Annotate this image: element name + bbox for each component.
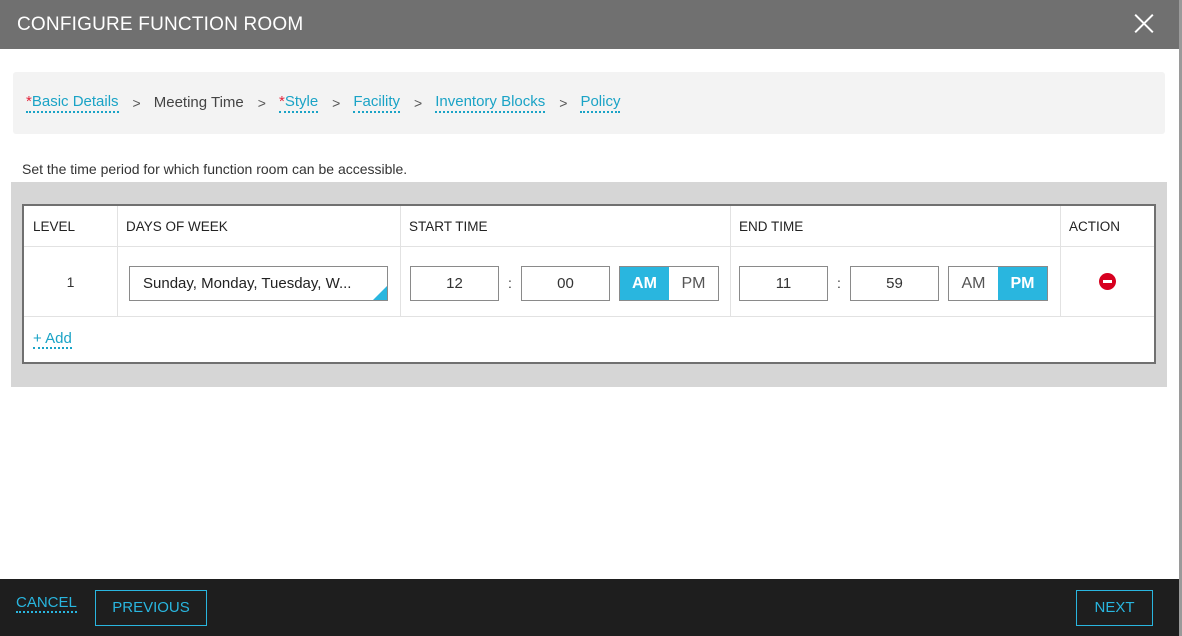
days-of-week-select[interactable]: Sunday, Monday, Tuesday, W... [129, 266, 388, 301]
start-hour-input[interactable]: 12 [410, 266, 499, 301]
end-pm-button[interactable]: PM [998, 267, 1047, 300]
days-of-week-value: Sunday, Monday, Tuesday, W... [143, 275, 352, 292]
previous-button[interactable]: PREVIOUS [95, 590, 207, 626]
start-ampm-toggle: AM PM [619, 266, 719, 301]
close-icon[interactable] [1133, 12, 1155, 34]
breadcrumb-inventory-blocks[interactable]: Inventory Blocks [435, 93, 546, 113]
level-value: 1 [66, 274, 75, 290]
breadcrumb-basic-details[interactable]: *Basic Details [26, 93, 119, 113]
breadcrumb-label: Basic Details [31, 93, 119, 110]
dialog-footer: CANCEL PREVIOUS NEXT [0, 579, 1179, 636]
next-button[interactable]: NEXT [1076, 590, 1153, 626]
start-minute-input[interactable]: 00 [521, 266, 610, 301]
header-start-time: START TIME [409, 219, 488, 234]
breadcrumb-separator: > [559, 95, 568, 111]
header-days-of-week: DAYS OF WEEK [126, 219, 228, 234]
header-level: LEVEL [33, 219, 76, 234]
meeting-time-panel: LEVEL DAYS OF WEEK START TIME END TIME A… [11, 182, 1167, 387]
table-row: 1 Sunday, Monday, Tuesday, W... 12 : 00 … [24, 247, 1154, 317]
breadcrumb-separator: > [132, 95, 141, 111]
breadcrumb-separator: > [414, 95, 423, 111]
time-separator: : [837, 275, 841, 291]
header-end-time: END TIME [739, 219, 804, 234]
breadcrumb-meeting-time: Meeting Time [153, 94, 244, 111]
meeting-time-table: LEVEL DAYS OF WEEK START TIME END TIME A… [22, 204, 1156, 364]
start-pm-button[interactable]: PM [669, 267, 718, 300]
breadcrumb: *Basic Details > Meeting Time > *Style >… [13, 72, 1165, 134]
breadcrumb-style[interactable]: *Style [278, 93, 319, 113]
table-header: LEVEL DAYS OF WEEK START TIME END TIME A… [24, 206, 1154, 247]
configure-function-room-dialog: CONFIGURE FUNCTION ROOM *Basic Details >… [0, 0, 1182, 636]
cancel-button[interactable]: CANCEL [16, 594, 77, 613]
breadcrumb-label: Style [284, 93, 319, 110]
dialog-title: CONFIGURE FUNCTION ROOM [17, 13, 304, 35]
end-ampm-toggle: AM PM [948, 266, 1048, 301]
breadcrumb-separator: > [257, 95, 266, 111]
instructions-text: Set the time period for which function r… [22, 161, 408, 177]
breadcrumb-facility[interactable]: Facility [353, 93, 401, 113]
end-minute-input[interactable]: 59 [850, 266, 939, 301]
time-separator: : [508, 275, 512, 291]
dialog-titlebar: CONFIGURE FUNCTION ROOM [0, 0, 1179, 49]
end-hour-input[interactable]: 11 [739, 266, 828, 301]
dropdown-corner-icon [373, 286, 387, 300]
remove-circle-icon[interactable] [1099, 273, 1116, 290]
breadcrumb-separator: > [332, 95, 341, 111]
breadcrumb-policy[interactable]: Policy [580, 93, 621, 113]
header-action: ACTION [1069, 219, 1121, 234]
end-am-button[interactable]: AM [949, 267, 998, 300]
start-am-button[interactable]: AM [620, 267, 669, 300]
add-row-link[interactable]: + Add [33, 330, 72, 349]
